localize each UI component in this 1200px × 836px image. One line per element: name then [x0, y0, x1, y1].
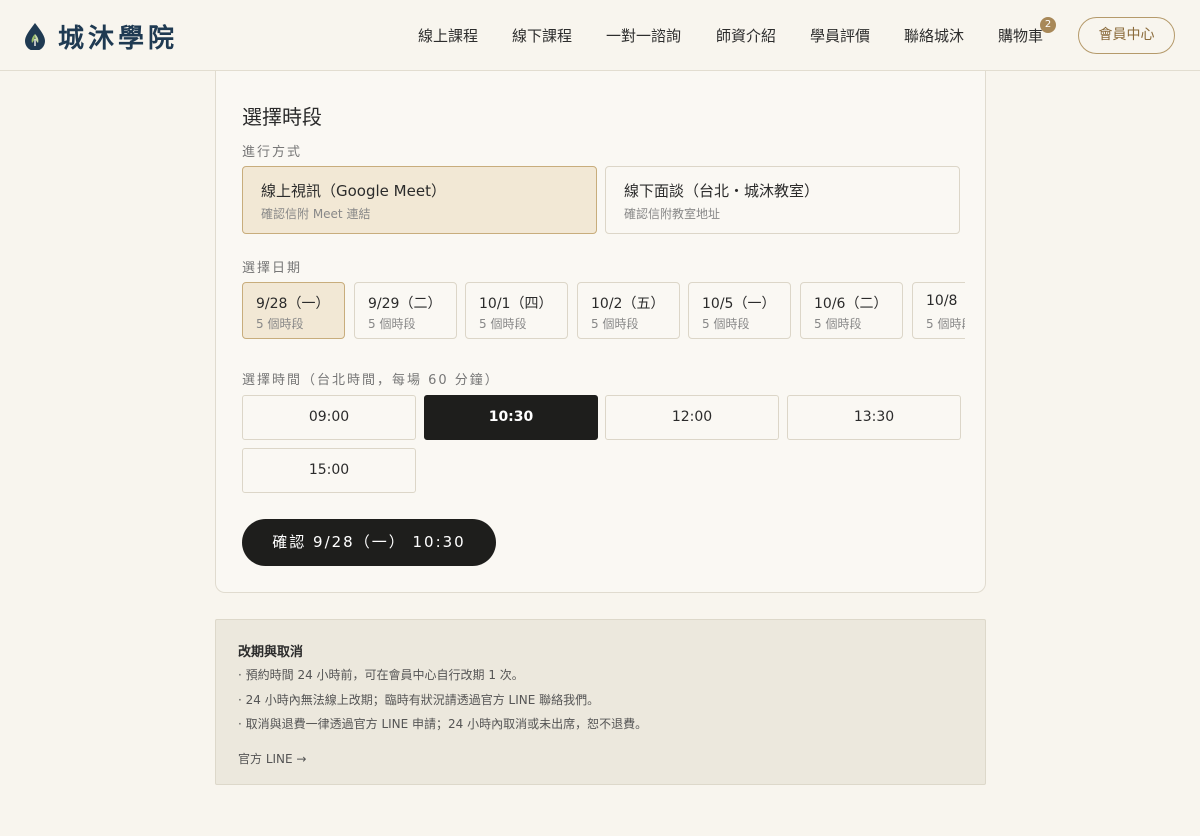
- date-option-label: 10/5（一）: [702, 296, 776, 312]
- time-slot[interactable]: 10:30: [424, 395, 598, 440]
- date-label: 選擇日期: [242, 261, 303, 276]
- date-strip[interactable]: 9/28（一） 5 個時段 9/29（二） 5 個時段 10/1（四） 5 個時…: [242, 282, 965, 340]
- cart-count-badge: 2: [1040, 17, 1056, 33]
- date-option-count: 5 個時段: [702, 317, 750, 331]
- section-title: 選擇時段: [242, 105, 322, 129]
- mode-option-offline[interactable]: 線下面談（台北・城沐教室） 確認信附教室地址: [605, 166, 960, 234]
- time-slot[interactable]: 15:00: [242, 448, 416, 493]
- date-option-label: 10/2（五）: [591, 296, 665, 312]
- mode-option-online[interactable]: 線上視訊（Google Meet） 確認信附 Meet 連結: [242, 166, 597, 234]
- mode-option-title: 線下面談（台北・城沐教室）: [624, 182, 820, 200]
- policy-line: · 24 小時內無法線上改期；臨時有狀況請透過官方 LINE 聯絡我們。: [238, 693, 600, 707]
- time-slot[interactable]: 09:00: [242, 395, 416, 440]
- date-option-count: 5 個時段: [256, 317, 304, 331]
- date-option[interactable]: 10/8 5 個時段: [912, 282, 965, 339]
- date-option-label: 10/8: [926, 293, 958, 309]
- date-option-count: 5 個時段: [926, 317, 965, 331]
- mode-option-desc: 確認信附 Meet 連結: [261, 207, 371, 221]
- date-option-count: 5 個時段: [368, 317, 416, 331]
- nav-contact[interactable]: 聯絡城沐: [904, 25, 964, 46]
- nav-cart[interactable]: 購物車: [998, 25, 1043, 46]
- time-label: 選擇時間（台北時間，每場 60 分鐘）: [242, 373, 500, 388]
- member-center-button[interactable]: 會員中心: [1078, 17, 1175, 54]
- policy-title: 改期與取消: [238, 645, 304, 660]
- mode-option-desc: 確認信附教室地址: [624, 207, 721, 221]
- date-option-label: 10/6（二）: [814, 296, 888, 312]
- date-option-count: 5 個時段: [591, 317, 639, 331]
- confirm-booking-button[interactable]: 確認 9/28（一） 10:30: [242, 519, 496, 566]
- time-slot[interactable]: 12:00: [605, 395, 779, 440]
- nav-reviews[interactable]: 學員評價: [810, 25, 870, 46]
- date-option[interactable]: 10/5（一） 5 個時段: [688, 282, 791, 339]
- date-option-count: 5 個時段: [814, 317, 862, 331]
- date-option[interactable]: 9/29（二） 5 個時段: [354, 282, 457, 339]
- date-option[interactable]: 10/2（五） 5 個時段: [577, 282, 680, 339]
- date-option-count: 5 個時段: [479, 317, 527, 331]
- reschedule-policy: 改期與取消 · 預約時間 24 小時前，可在會員中心自行改期 1 次。 · 24…: [215, 619, 986, 785]
- date-option[interactable]: 10/6（二） 5 個時段: [800, 282, 903, 339]
- mode-option-title: 線上視訊（Google Meet）: [261, 182, 446, 200]
- time-slot[interactable]: 13:30: [787, 395, 961, 440]
- date-option-label: 9/29（二）: [368, 296, 442, 312]
- booking-card: 選擇時段 進行方式 線上視訊（Google Meet） 確認信附 Meet 連結…: [215, 71, 986, 593]
- policy-line: · 取消與退費一律透過官方 LINE 申請；24 小時內取消或未出席，恕不退費。: [238, 717, 648, 731]
- site-header: 城沐學院 線上課程 線下課程 一對一諮詢 師資介紹 學員評價 聯絡城沐 購物車 …: [0, 0, 1200, 71]
- date-option-label: 10/1（四）: [479, 296, 553, 312]
- date-option-label: 9/28（一）: [256, 296, 330, 312]
- nav-teachers[interactable]: 師資介紹: [716, 25, 776, 46]
- nav-consultation[interactable]: 一對一諮詢: [606, 25, 681, 46]
- date-option[interactable]: 9/28（一） 5 個時段: [242, 282, 345, 339]
- official-line-link[interactable]: 官方 LINE →: [238, 750, 306, 767]
- main-nav: 線上課程 線下課程 一對一諮詢 師資介紹 學員評價 聯絡城沐 購物車: [0, 25, 1200, 47]
- policy-line: · 預約時間 24 小時前，可在會員中心自行改期 1 次。: [238, 668, 524, 682]
- nav-online-courses[interactable]: 線上課程: [418, 25, 478, 46]
- mode-label: 進行方式: [242, 145, 303, 160]
- nav-offline-courses[interactable]: 線下課程: [512, 25, 572, 46]
- date-option[interactable]: 10/1（四） 5 個時段: [465, 282, 568, 339]
